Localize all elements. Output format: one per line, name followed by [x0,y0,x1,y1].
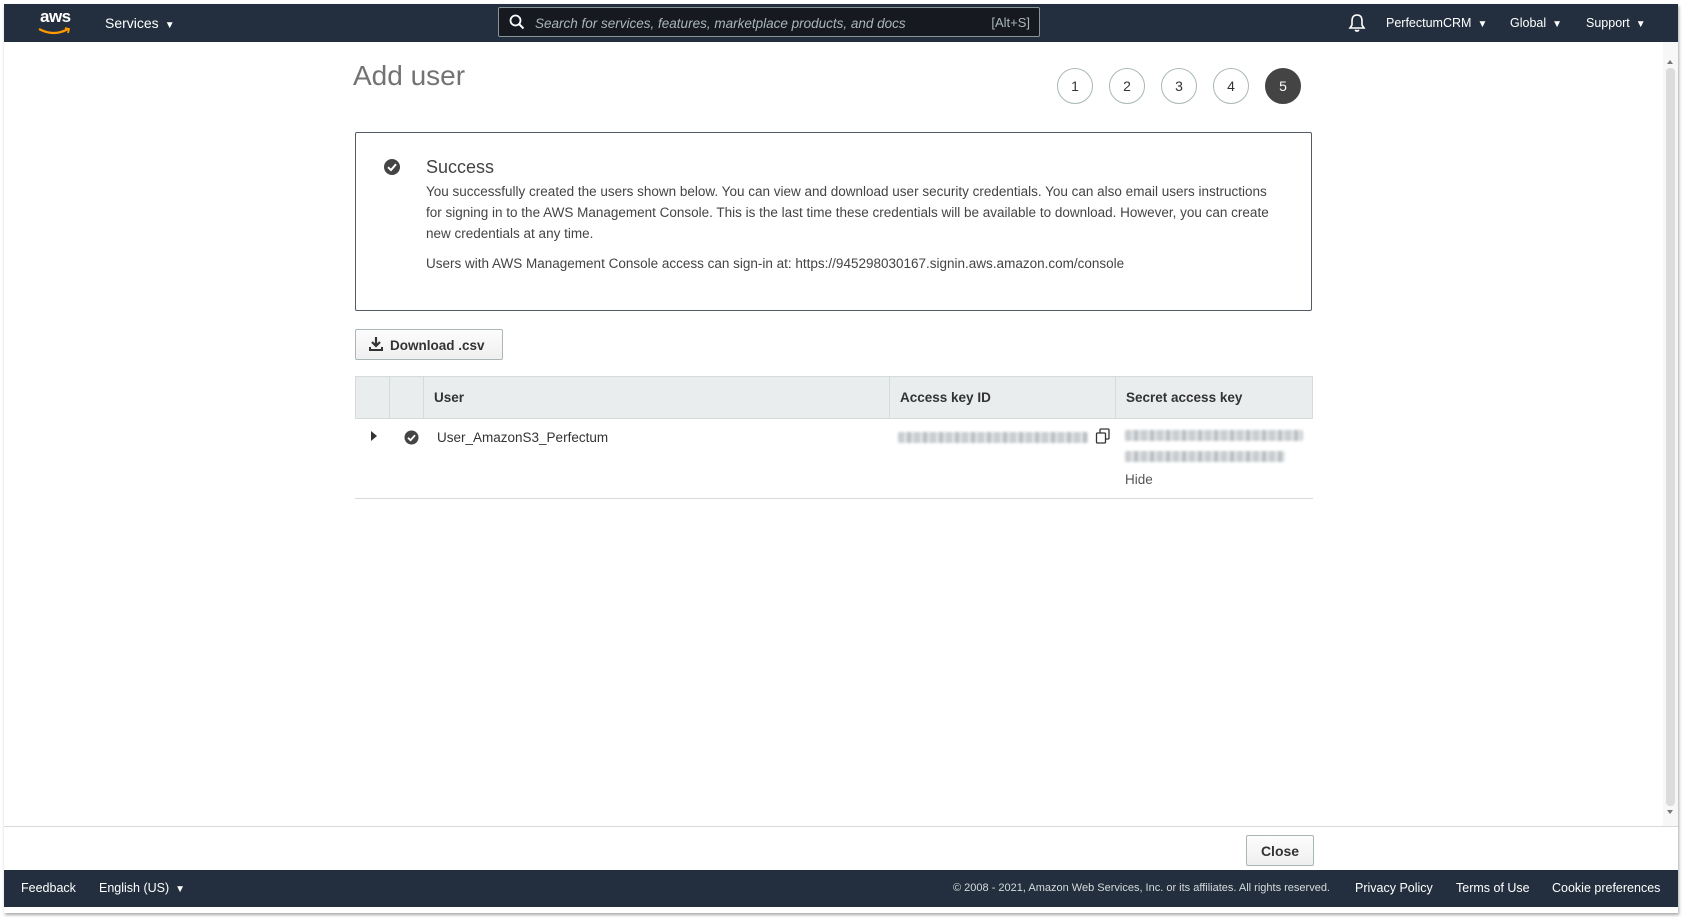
feedback-link[interactable]: Feedback [21,881,76,895]
search-shortcut-hint: [Alt+S] [991,15,1030,30]
copyright-text: © 2008 - 2021, Amazon Web Services, Inc.… [953,882,1330,894]
column-header-expand [356,377,390,418]
language-selector[interactable]: English (US) ▼ [99,881,185,895]
alert-message: You successfully created the users shown… [426,184,1269,241]
language-label: English (US) [99,881,170,895]
access-key-id-redacted [898,432,1088,443]
console-footer: Feedback English (US) ▼ © 2008 - 2021, Am… [4,870,1678,907]
column-header-access-key-id[interactable]: Access key ID [890,377,1116,418]
aws-smile-icon [38,27,71,35]
search-icon [509,14,525,30]
terms-of-use-link[interactable]: Terms of Use [1456,881,1530,895]
caret-down-icon: ▼ [1552,19,1563,30]
alert-title: Success [426,157,495,177]
console-signin-url[interactable]: Users with AWS Management Console access… [426,256,1124,271]
check-circle-icon [404,430,419,445]
scrollbar-thumb[interactable] [1666,68,1675,806]
caret-down-icon: ▼ [175,884,186,895]
column-header-user[interactable]: User [424,377,890,418]
download-csv-label: Download .csv [390,338,485,353]
expand-row-icon[interactable] [370,431,378,441]
support-label: Support [1586,16,1630,30]
download-csv-button[interactable]: Download .csv [355,329,503,360]
column-header-secret-access-key[interactable]: Secret access key [1116,377,1312,418]
download-icon [369,337,383,351]
wizard-action-bar: Close [4,826,1678,870]
account-label: PerfectumCRM [1386,16,1472,30]
secret-access-key-redacted-line-1 [1125,430,1303,441]
caret-down-icon: ▼ [1635,19,1646,30]
aws-logo[interactable]: aws [36,7,76,39]
hide-secret-link[interactable]: Hide [1125,472,1153,487]
privacy-policy-link[interactable]: Privacy Policy [1355,881,1433,895]
scroll-down-arrow-icon[interactable] [1667,810,1673,814]
cookie-preferences-link[interactable]: Cookie preferences [1552,881,1660,895]
wizard-step-1[interactable]: 1 [1057,68,1093,104]
success-alert: Success You successfully created the use… [355,132,1312,311]
vertical-scrollbar[interactable] [1663,42,1678,826]
column-header-status [390,377,424,418]
console-window: aws Services ▼ [Alt+S] PerfectumCRM ▼ Glob… [4,4,1678,913]
account-menu[interactable]: PerfectumCRM ▼ [1386,16,1487,30]
scroll-up-arrow-icon[interactable] [1667,60,1673,64]
close-button[interactable]: Close [1246,835,1314,866]
bell-icon[interactable] [1348,13,1366,33]
table-row: User_AmazonS3_Perfectum Hide [355,419,1313,499]
user-name: User_AmazonS3_Perfectum [437,430,609,445]
services-menu[interactable]: Services ▼ [105,15,175,31]
wizard-step-5: 5 [1265,68,1301,104]
wizard-step-3[interactable]: 3 [1161,68,1197,104]
search-input[interactable] [535,12,975,34]
region-label: Global [1510,16,1547,30]
caret-down-icon: ▼ [1477,19,1488,30]
aws-logo-text: aws [40,7,71,26]
top-navigation-bar: aws Services ▼ [Alt+S] PerfectumCRM ▼ Glob… [4,4,1678,42]
wizard-step-2[interactable]: 2 [1109,68,1145,104]
wizard-step-4[interactable]: 4 [1213,68,1249,104]
search-bar[interactable]: [Alt+S] [498,7,1040,37]
table-header: User Access key ID Secret access key [355,376,1313,419]
region-menu[interactable]: Global ▼ [1510,16,1562,30]
services-label: Services [105,15,159,31]
support-menu[interactable]: Support ▼ [1586,16,1646,30]
page-title: Add user [353,60,466,91]
caret-down-icon: ▼ [164,20,175,31]
secret-access-key-redacted-line-2 [1125,451,1285,462]
check-circle-icon [384,159,400,175]
copy-icon[interactable] [1095,428,1111,444]
